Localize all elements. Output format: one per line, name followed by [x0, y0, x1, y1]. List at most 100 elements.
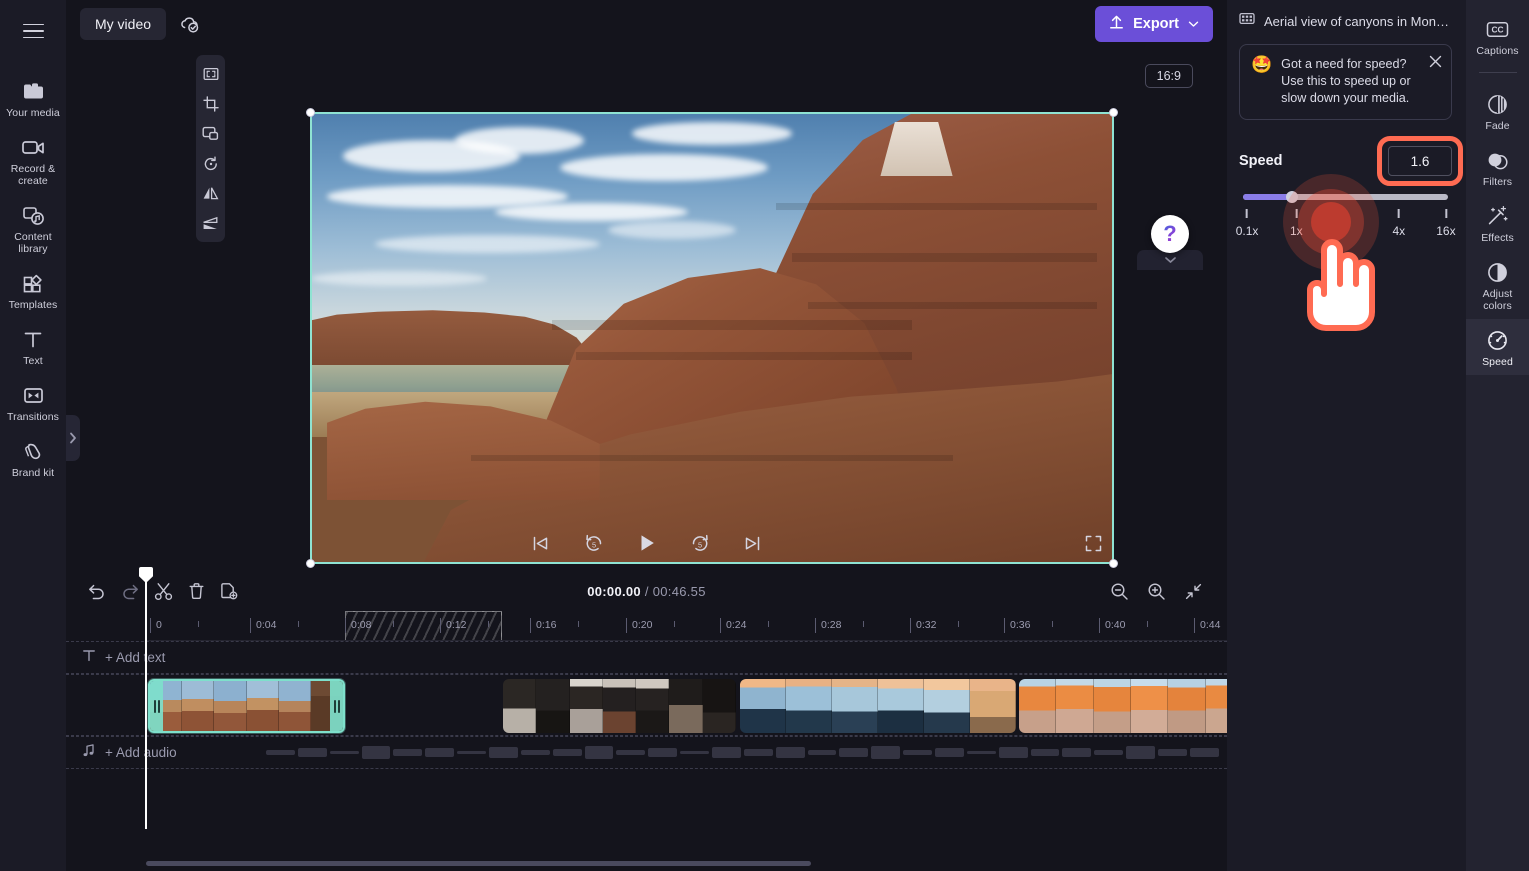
ruler-tick: 0:36	[1004, 618, 1030, 633]
ruler-tick: 0:20	[626, 618, 652, 633]
zoom-out-icon[interactable]	[1104, 576, 1134, 606]
tab-label: Adjust colors	[1482, 288, 1513, 312]
clip-header: Aerial view of canyons in Monu...	[1239, 12, 1452, 30]
right-sidebar: CC Captions Fade Filters Effects Adjust …	[1466, 0, 1529, 871]
text-t-icon	[82, 648, 96, 668]
trim-handle-right[interactable]	[330, 681, 343, 731]
trash-icon[interactable]	[181, 576, 211, 606]
sidebar-item-label: Your media	[6, 107, 60, 119]
clip-thumbnails	[740, 679, 1016, 733]
flip-vertical-icon[interactable]	[197, 210, 224, 237]
star-struck-emoji: 🤩	[1251, 55, 1273, 74]
trim-handle-left[interactable]	[150, 681, 163, 731]
table-row[interactable]	[1019, 679, 1243, 733]
video-preview[interactable]	[306, 108, 1118, 568]
zoom-in-icon[interactable]	[1141, 576, 1171, 606]
playback-controls: 5 5	[66, 521, 1227, 565]
hamburger-menu-icon[interactable]	[16, 14, 50, 48]
ruler-tick: 0:28	[815, 618, 841, 633]
skip-to-start-icon[interactable]	[526, 528, 556, 558]
timeline-scrollbar[interactable]	[146, 861, 1219, 866]
clip-thumbnails	[503, 679, 736, 733]
left-sidebar: Your media Record & create Content libra…	[0, 0, 80, 871]
expand-panel-chevron-icon[interactable]	[66, 415, 80, 461]
tab-effects[interactable]: Effects	[1466, 195, 1529, 251]
tab-adjust-colors[interactable]: Adjust colors	[1466, 251, 1529, 319]
film-strip-icon	[1239, 12, 1255, 30]
ruler-tick: 0:40	[1099, 618, 1125, 633]
fit-timeline-icon[interactable]	[1178, 576, 1208, 606]
clip-title: Aerial view of canyons in Monu...	[1264, 13, 1452, 29]
collapse-preview-chevron-icon[interactable]	[1137, 250, 1203, 270]
sidebar-item-templates[interactable]: Templates	[0, 262, 66, 318]
table-row[interactable]	[148, 679, 345, 733]
crop-icon[interactable]	[197, 90, 224, 117]
fade-icon	[1485, 92, 1511, 116]
duplicate-icon[interactable]	[214, 576, 244, 606]
speedometer-icon	[1485, 328, 1511, 352]
skip-to-end-icon[interactable]	[738, 528, 768, 558]
forward-5s-icon[interactable]: 5	[685, 528, 715, 558]
sidebar-item-label: Brand kit	[11, 467, 55, 479]
tab-captions[interactable]: CC Captions	[1466, 8, 1529, 64]
media-folder-icon	[20, 79, 46, 103]
scissors-icon[interactable]	[148, 576, 178, 606]
speed-slider[interactable]	[1243, 191, 1448, 203]
text-track[interactable]: + Add text	[66, 641, 1227, 674]
resize-handle-top-left[interactable]	[306, 108, 315, 117]
timeline-ruler[interactable]: 0 0:04 0:08 0:12 0:16 0:20 0:24 0:28 0:3…	[146, 611, 1227, 641]
clipchamp-editor: Your media Record & create Content libra…	[0, 0, 1529, 871]
properties-panel: Aerial view of canyons in Monu... 🤩 Got …	[1227, 0, 1466, 871]
sidebar-item-your-media[interactable]: Your media	[0, 70, 66, 126]
table-row[interactable]	[740, 679, 1016, 733]
sidebar-item-content-library[interactable]: Content library	[0, 194, 66, 262]
project-name-input[interactable]: My video	[80, 8, 167, 40]
speed-input[interactable]	[1388, 146, 1452, 176]
tab-fade[interactable]: Fade	[1466, 83, 1529, 139]
rotate-icon[interactable]	[197, 150, 224, 177]
close-icon[interactable]	[1427, 53, 1443, 69]
ruler-tick: 0:44	[1194, 618, 1220, 633]
tab-speed[interactable]: Speed	[1466, 319, 1529, 375]
text-t-icon	[20, 327, 46, 351]
clip-edit-toolbar	[196, 55, 225, 242]
top-bar: My video Export	[66, 0, 1227, 48]
pip-icon[interactable]	[197, 120, 224, 147]
expand-frame-icon[interactable]	[197, 60, 224, 87]
redo-icon[interactable]	[115, 576, 145, 606]
export-button[interactable]: Export	[1095, 6, 1213, 42]
speed-tick-label: 4x	[1392, 224, 1406, 238]
sidebar-item-record-create[interactable]: Record & create	[0, 126, 66, 194]
table-row[interactable]	[503, 679, 736, 733]
slider-knob[interactable]	[1286, 191, 1299, 203]
play-button[interactable]	[632, 528, 662, 558]
sidebar-item-transitions[interactable]: Transitions	[0, 374, 66, 430]
resize-handle-top-right[interactable]	[1109, 108, 1118, 117]
adjust-colors-icon	[1485, 260, 1511, 284]
filters-icon	[1485, 148, 1511, 172]
tick-mark	[1444, 209, 1447, 218]
tab-filters[interactable]: Filters	[1466, 139, 1529, 195]
timeline-tracks: + Add text + Add audio	[66, 641, 1243, 769]
audio-track[interactable]: + Add audio	[66, 736, 1227, 769]
templates-grid-icon	[20, 271, 46, 295]
aspect-ratio-button[interactable]: 16:9	[1144, 64, 1193, 88]
total-time: 00:46.55	[652, 583, 706, 599]
video-canvas	[311, 113, 1113, 563]
rewind-5s-icon[interactable]: 5	[579, 528, 609, 558]
help-button[interactable]: ?	[1151, 215, 1189, 253]
add-audio-label: + Add audio	[105, 745, 177, 760]
video-track[interactable]	[66, 674, 1243, 736]
undo-icon[interactable]	[82, 576, 112, 606]
upload-icon	[1109, 14, 1124, 34]
effects-wand-icon	[1485, 204, 1511, 228]
scrollbar-thumb[interactable]	[146, 861, 812, 866]
brand-kit-icon	[20, 439, 46, 463]
music-note-icon	[82, 743, 96, 763]
timeline: 00:00.00 / 00:46.55 0 0:04 0:08 0:12 0:1…	[66, 567, 1243, 871]
timeline-zoom-controls	[1104, 576, 1211, 606]
sidebar-item-brand-kit[interactable]: Brand kit	[0, 430, 66, 486]
flip-horizontal-icon[interactable]	[197, 180, 224, 207]
sidebar-item-text[interactable]: Text	[0, 318, 66, 374]
fullscreen-icon[interactable]	[1079, 529, 1107, 557]
